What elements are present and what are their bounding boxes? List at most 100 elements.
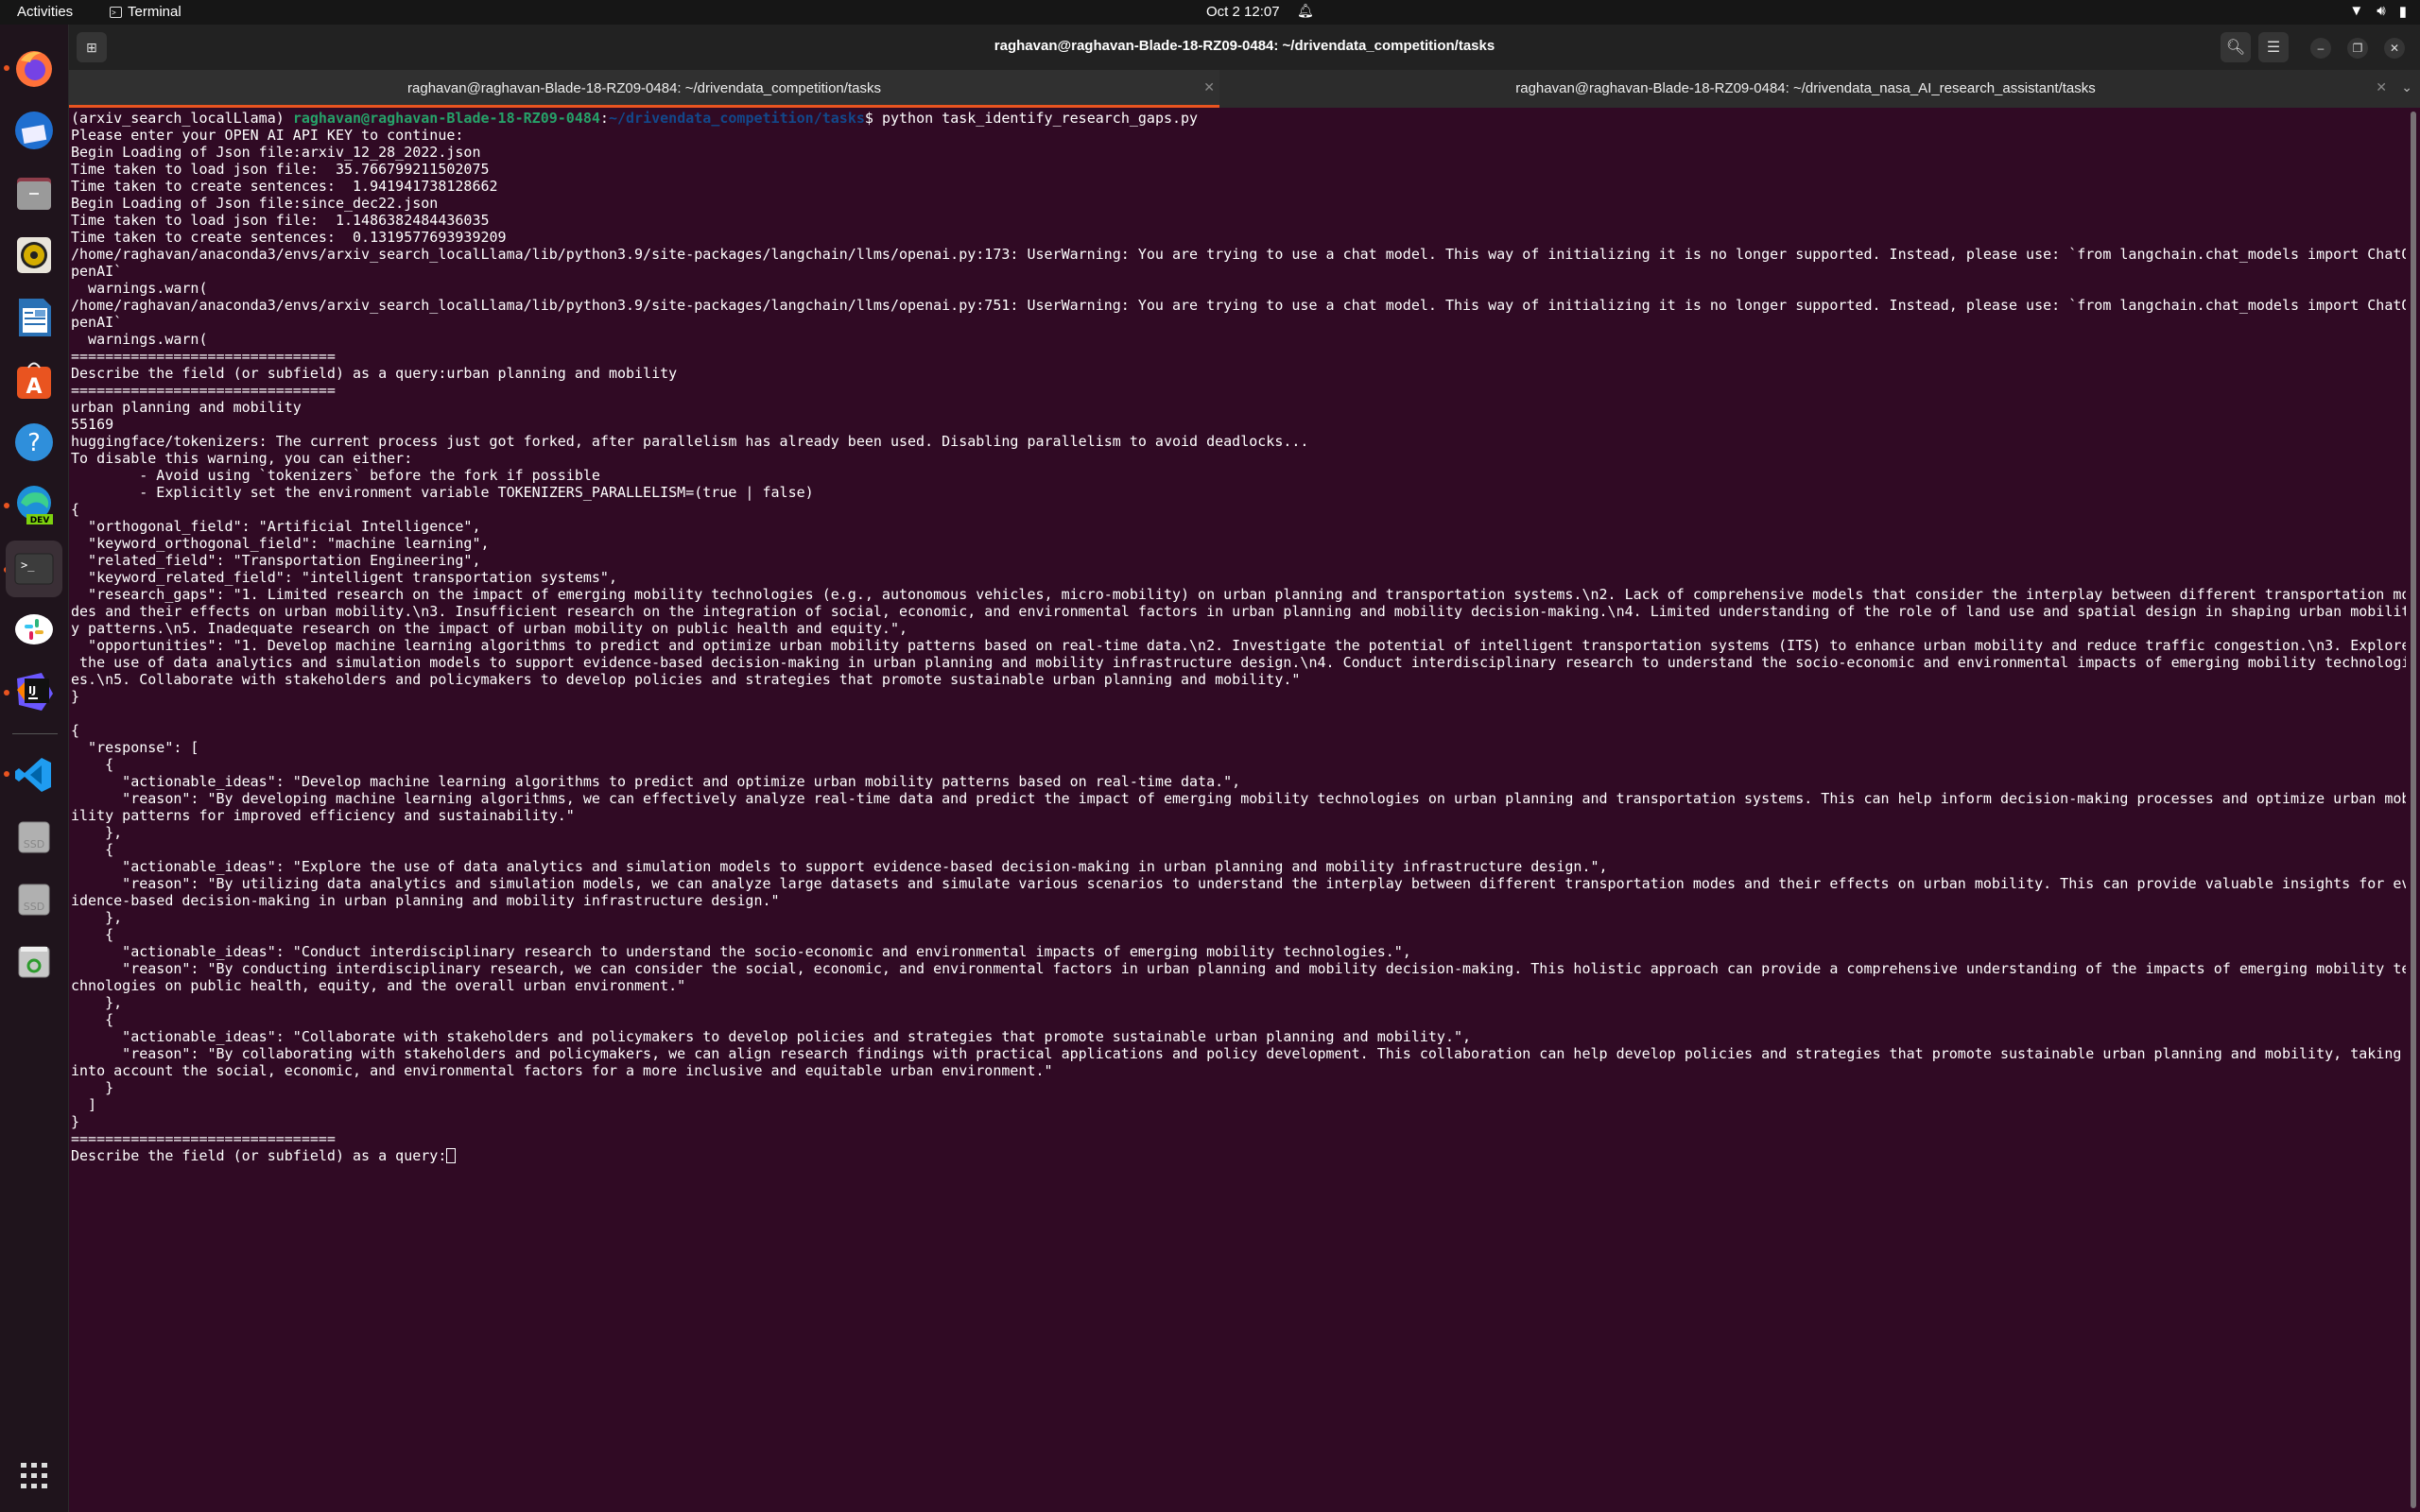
drive-icon: SSD	[18, 884, 50, 916]
prompt-user-host: raghavan@raghavan-Blade-18-RZ09-0484	[292, 110, 600, 127]
output-line: - Explicitly set the environment variabl…	[71, 484, 814, 501]
app-name: Terminal	[128, 4, 182, 20]
hamburger-menu-icon: ☰	[2266, 40, 2281, 56]
terminal-icon: >_	[14, 553, 54, 585]
app-center-icon: A	[17, 362, 51, 399]
prompt-path: ~/drivendata_competition/tasks	[608, 110, 865, 127]
tab-close-icon[interactable]: ✕	[1203, 79, 1215, 95]
output-line: - Avoid using `tokenizers` before the fo…	[71, 467, 600, 484]
tab-label: raghavan@raghavan-Blade-18-RZ09-0484: ~/…	[407, 80, 881, 96]
output-line: Please enter your OPEN AI API KEY to con…	[71, 127, 464, 144]
dock-firefox[interactable]	[11, 45, 57, 91]
dock-edge-dev[interactable]: DEV	[11, 482, 57, 527]
output-line: the use of data analytics and simulation…	[71, 654, 2406, 671]
dock-thunderbird[interactable]	[11, 108, 57, 153]
dock-app-center[interactable]: A	[11, 357, 57, 403]
input-line[interactable]: Describe the field (or subfield) as a qu…	[71, 1147, 2406, 1164]
dock-slack[interactable]	[11, 607, 57, 652]
terminal-app-icon: >	[110, 6, 122, 18]
window-title: raghavan@raghavan-Blade-18-RZ09-0484: ~/…	[994, 38, 1495, 54]
edge-dev-icon: DEV	[17, 486, 53, 525]
show-apps-button[interactable]	[11, 1453, 57, 1499]
output-line: },	[71, 994, 123, 1011]
output-line: ===============================	[71, 1130, 336, 1147]
battery-icon[interactable]: ▮	[2399, 3, 2407, 20]
output-line: }	[71, 1079, 114, 1096]
output-line: {	[71, 1011, 114, 1028]
dock-ssd-drive-1[interactable]: SSD	[11, 815, 57, 860]
minimize-button[interactable]: –	[2310, 38, 2331, 59]
maximize-button[interactable]: ❐	[2347, 38, 2368, 59]
output-line: Describe the field (or subfield) as a qu…	[71, 365, 678, 382]
clock[interactable]: Oct 2 12:07	[1206, 4, 1280, 20]
tab-drivendata-competition[interactable]: raghavan@raghavan-Blade-18-RZ09-0484: ~/…	[69, 70, 1219, 108]
dock-vscode[interactable]	[11, 752, 57, 798]
close-icon: ✕	[2389, 42, 2400, 55]
dock-trash[interactable]	[11, 939, 57, 985]
prompt-line: (arxiv_search_localLlama) raghavan@ragha…	[71, 110, 2406, 127]
output-line: Time taken to create sentences: 1.941941…	[71, 178, 498, 195]
dock-help[interactable]: ?	[11, 420, 57, 465]
output-line: {	[71, 756, 114, 773]
output-line: {	[71, 841, 114, 858]
system-top-bar: Activities > Terminal Oct 2 12:07 🔔︎ ▼ 🔊…	[0, 0, 2420, 25]
app-menu[interactable]: > Terminal	[110, 4, 182, 20]
dock-files[interactable]	[11, 170, 57, 215]
output-line: into account the social, economic, and e…	[71, 1062, 1053, 1079]
tab-list-chevron-down-icon[interactable]: ⌄	[2401, 79, 2412, 95]
output-line: huggingface/tokenizers: The current proc…	[71, 433, 1309, 450]
running-indicator	[4, 65, 9, 71]
conda-env: (arxiv_search_localLlama)	[71, 110, 293, 127]
close-window-button[interactable]: ✕	[2384, 38, 2405, 59]
output-line: "research_gaps": "1. Limited research on…	[71, 586, 2406, 603]
tab-drivendata-nasa-ai-research-assistant[interactable]: raghavan@raghavan-Blade-18-RZ09-0484: ~/…	[1219, 70, 2392, 108]
dock-ssd-drive-2[interactable]: SSD	[11, 877, 57, 922]
output-line: des and their effects on urban mobility.…	[71, 603, 2406, 620]
output-line: }	[71, 688, 80, 705]
output-line: "actionable_ideas": "Develop machine lea…	[71, 773, 1241, 790]
output-line: 55169	[71, 416, 114, 433]
slack-icon	[15, 614, 53, 644]
output-line: },	[71, 909, 123, 926]
prompt-separator: :	[599, 110, 609, 127]
menu-button[interactable]: ☰	[2258, 32, 2289, 62]
help-icon: ?	[15, 423, 53, 461]
dock-terminal[interactable]: >_	[6, 541, 62, 597]
output-line: /home/raghavan/anaconda3/envs/arxiv_sear…	[71, 246, 2406, 263]
output-line: ===============================	[71, 348, 336, 365]
notification-bell-icon[interactable]: 🔔︎	[1297, 3, 1314, 19]
output-line: warnings.warn(	[71, 331, 208, 348]
vscode-icon	[15, 758, 51, 792]
dock-rhythmbox[interactable]	[11, 232, 57, 278]
drive-icon: SSD	[18, 821, 50, 853]
volume-icon[interactable]: 🔊︎	[2377, 3, 2385, 20]
output-line: }	[71, 1113, 80, 1130]
activities-button[interactable]: Activities	[17, 4, 73, 20]
output-line: Begin Loading of Json file:since_dec22.j…	[71, 195, 439, 212]
svg-text:?: ?	[27, 429, 41, 457]
running-indicator	[4, 503, 9, 508]
output-line: {	[71, 501, 80, 518]
output-line: Time taken to load json file: 1.14863824…	[71, 212, 490, 229]
output-line: "opportunities": "1. Develop machine lea…	[71, 637, 2406, 654]
minimize-icon: –	[2317, 42, 2325, 55]
system-tray[interactable]: ▼ 🔊︎ ▮	[2349, 3, 2407, 20]
running-indicator	[4, 690, 9, 696]
output-line: "reason": "By conducting interdisciplina…	[71, 960, 2406, 977]
grid-icon	[21, 1463, 47, 1488]
output-line: To disable this warning, you can either:	[71, 450, 413, 467]
restore-icon: ❐	[2352, 42, 2363, 55]
window-header-bar: ⊞ raghavan@raghavan-Blade-18-RZ09-0484: …	[69, 25, 2420, 70]
tab-close-icon[interactable]: ✕	[2376, 79, 2387, 95]
terminal-output[interactable]: (arxiv_search_localLlama) raghavan@ragha…	[69, 108, 2406, 1512]
dock-libreoffice-writer[interactable]	[11, 295, 57, 340]
terminal-scrollbar[interactable]	[2411, 112, 2416, 1508]
wifi-icon[interactable]: ▼	[2349, 3, 2363, 20]
prompt-command: python task_identify_research_gaps.py	[881, 110, 1199, 127]
dock-intellij[interactable]: IJ	[11, 669, 57, 714]
output-line: "keyword_related_field": "intelligent tr…	[71, 569, 617, 586]
running-indicator	[4, 771, 9, 777]
output-line: "actionable_ideas": "Explore the use of …	[71, 858, 1608, 875]
search-button[interactable]: 🔍︎	[2221, 32, 2251, 62]
